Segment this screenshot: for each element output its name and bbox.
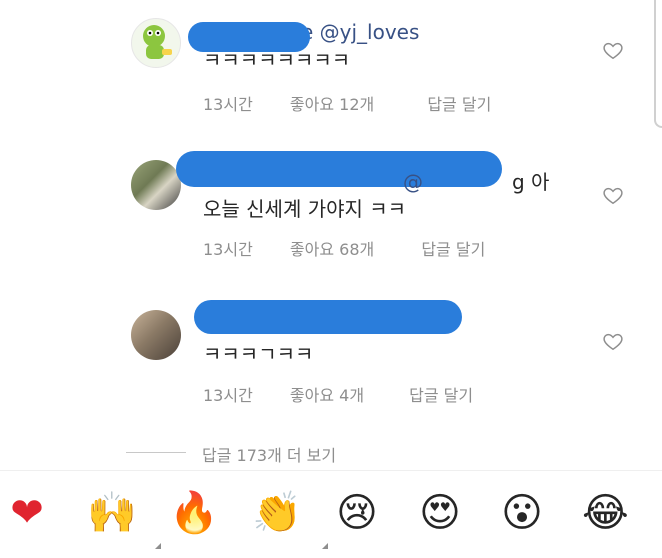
scrollbar[interactable] (654, 0, 662, 128)
avatar[interactable] (131, 310, 181, 360)
like-heart-icon[interactable] (602, 39, 624, 61)
redaction-mark (194, 300, 462, 334)
comment-text: ㅋㅋㅋㅋㅋㅋㅋㅋ (203, 48, 351, 72)
clapping-hands-icon[interactable]: 👏 (252, 490, 302, 536)
like-heart-icon[interactable] (602, 330, 624, 352)
comment-header: @ (203, 168, 423, 196)
tears-of-joy-face-icon[interactable]: 😂 (582, 490, 629, 536)
likes-count[interactable]: 좋아요 4개 (290, 382, 364, 406)
crying-face-icon[interactable]: 😢 (334, 490, 380, 536)
likes-count[interactable]: 좋아요 12개 (290, 91, 374, 115)
comment-meta: 13시간 좋아요 68개 답글 달기 (203, 236, 485, 260)
avatar[interactable] (131, 18, 181, 68)
reply-button[interactable]: 답글 달기 (421, 236, 485, 260)
raising-hands-icon[interactable]: 🙌 (87, 490, 137, 536)
comment-text-tail: g 아 (512, 170, 550, 194)
avatar[interactable] (131, 160, 181, 210)
emoji-variant-indicator (322, 543, 328, 549)
avatar-frog-icon (143, 25, 172, 59)
comment-text: ㅋㅋㅋㄱㅋㅋ (203, 342, 314, 366)
replies-divider-line (126, 452, 186, 453)
heart-eyes-face-icon[interactable]: 😍 (417, 490, 463, 536)
emoji-variant-indicator (155, 543, 161, 549)
fire-icon[interactable]: 🔥 (169, 490, 219, 536)
comment-time: 13시간 (203, 240, 253, 259)
view-replies-link[interactable]: 답글 173개 더 보기 (202, 442, 336, 466)
comment-meta: 13시간 좋아요 4개 답글 달기 (203, 382, 473, 406)
likes-count[interactable]: 좋아요 68개 (290, 236, 374, 260)
comment-text: 오늘 신세계 가야지 ㅋㅋ (203, 197, 407, 221)
like-heart-icon[interactable] (602, 184, 624, 206)
comment-time: 13시간 (203, 95, 253, 114)
surprised-face-icon[interactable]: 😮 (499, 490, 545, 536)
username-mention[interactable]: @ (403, 170, 423, 194)
comment-time: 13시간 (203, 386, 253, 405)
username-mention[interactable]: e @yj_loves (301, 20, 419, 44)
reply-button[interactable]: 답글 달기 (427, 91, 491, 115)
red-heart-icon[interactable]: ❤ (4, 490, 50, 536)
reply-button[interactable]: 답글 달기 (409, 382, 473, 406)
comment-meta: 13시간 좋아요 12개 답글 달기 (203, 91, 491, 115)
